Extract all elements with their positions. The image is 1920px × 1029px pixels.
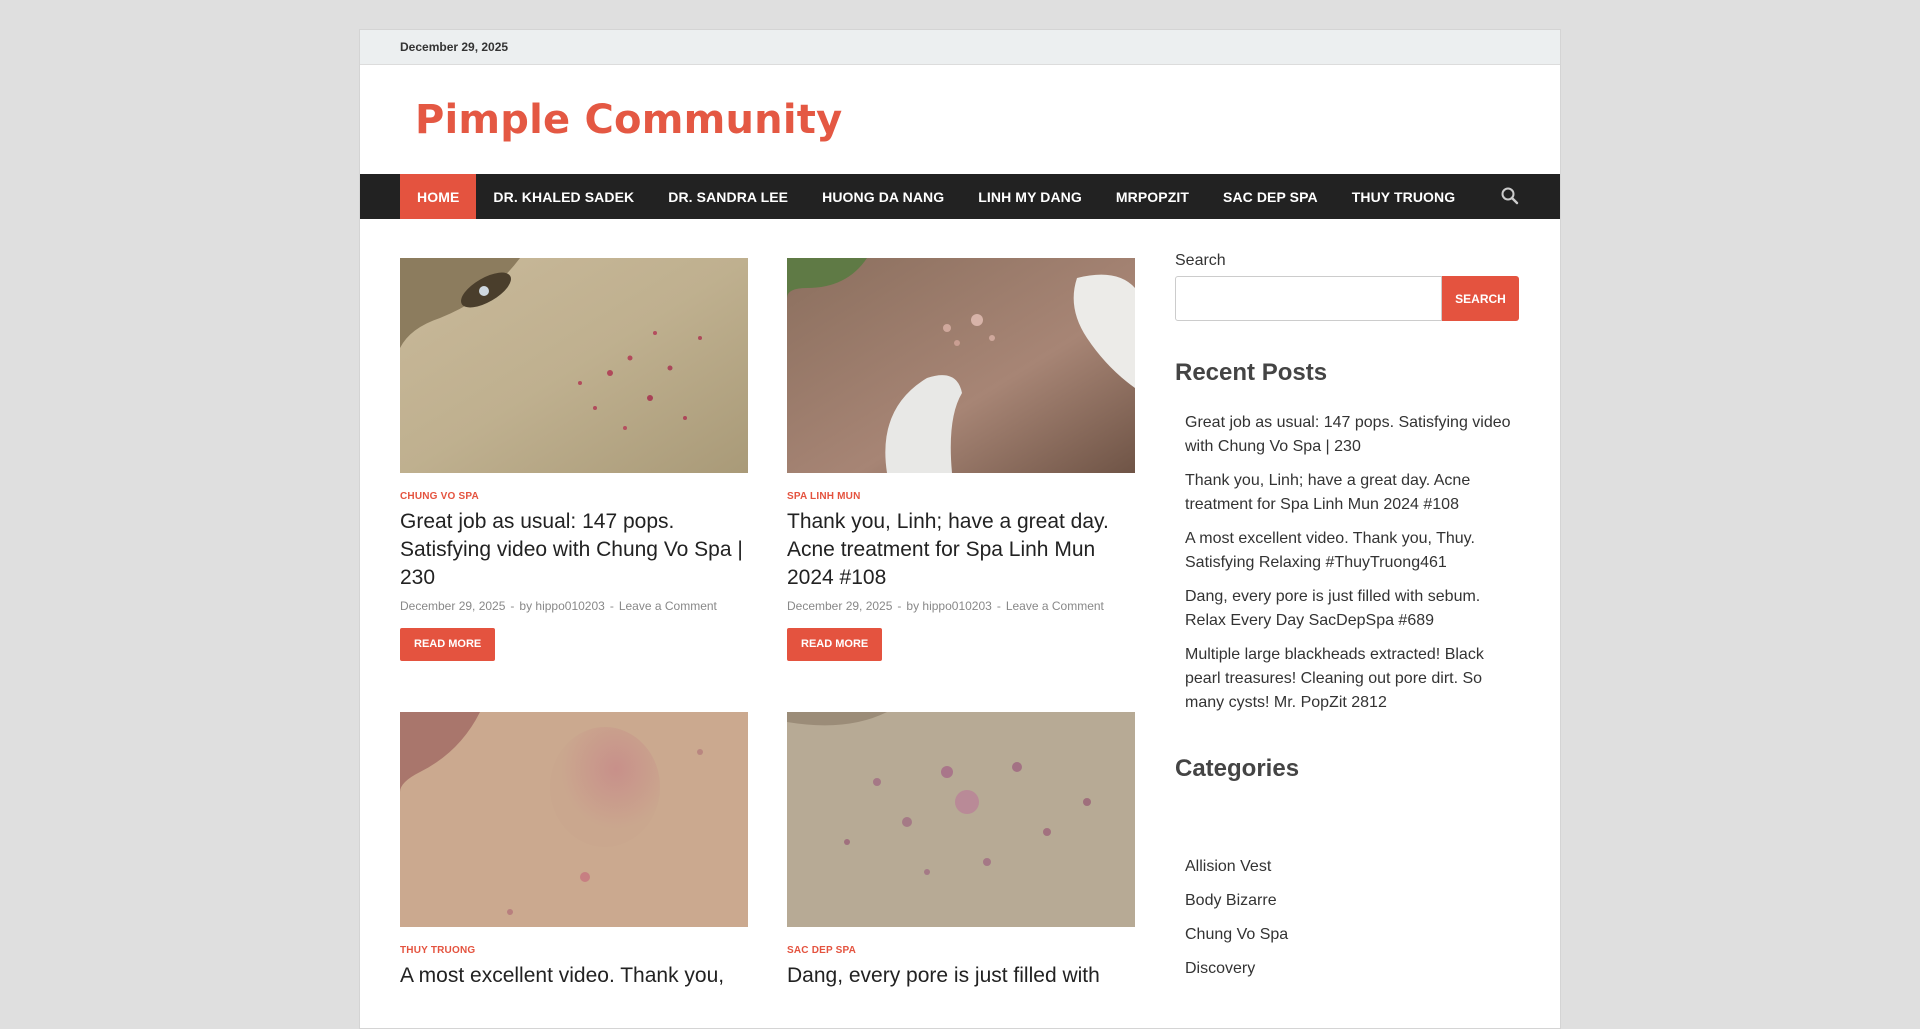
recent-post-link[interactable]: Dang, every pore is just filled with seb… [1185,585,1521,633]
post-card: SPA LINH MUN Thank you, Linh; have a gre… [787,258,1135,661]
meta-separator: - [897,599,902,613]
post-card: SAC DEP SPA Dang, every pore is just fil… [787,712,1135,990]
recent-post-link[interactable]: Thank you, Linh; have a great day. Acne … [1185,469,1521,517]
post-date[interactable]: December 29, 2025 [400,599,505,613]
read-more-button[interactable]: READ MORE [400,628,496,661]
search-button[interactable]: SEARCH [1442,276,1519,321]
nav-item-dr-sandra-lee[interactable]: DR. SANDRA LEE [651,174,805,219]
search-input[interactable] [1175,276,1442,321]
post-meta: December 29, 2025- by hippo010203- Leave a… [787,599,1135,613]
post-category[interactable]: THUY TRUONG [400,945,748,956]
recent-post-link[interactable]: Great job as usual: 147 pops. Satisfying… [1185,411,1521,459]
recent-posts-list: Great job as usual: 147 pops. Satisfying… [1175,411,1521,715]
category-link[interactable]: Discovery [1185,957,1521,981]
search-form: SEARCH [1175,276,1521,321]
recent-post-link[interactable]: A most excellent video. Thank you, Thuy.… [1185,527,1521,575]
post-comment-link[interactable]: Leave a Comment [1006,599,1104,613]
site-header: Pimple Community [360,65,1560,174]
search-icon[interactable] [1500,186,1520,206]
post-comment-link[interactable]: Leave a Comment [619,599,717,613]
category-link[interactable]: Chung Vo Spa [1185,923,1521,947]
site-title[interactable]: Pimple Community [415,97,842,143]
meta-separator: - [609,599,614,613]
post-title[interactable]: Thank you, Linh; have a great day. Acne … [787,508,1135,592]
meta-separator: - [996,599,1001,613]
post-category[interactable]: CHUNG VO SPA [400,491,748,502]
post-thumbnail[interactable] [400,712,748,927]
post-author[interactable]: by hippo010203 [519,599,604,613]
current-date: December 29, 2025 [400,40,509,54]
category-link[interactable]: Body Bizarre [1185,889,1521,913]
nav-item-thuy-truong[interactable]: THUY TRUONG [1335,174,1473,219]
nav-item-linh-my-dang[interactable]: LINH MY DANG [961,174,1099,219]
category-link[interactable]: Allision Vest [1185,855,1521,879]
post-date[interactable]: December 29, 2025 [787,599,892,613]
meta-separator: - [510,599,515,613]
nav-item-mrpopzit[interactable]: MRPOPZIT [1099,174,1206,219]
sidebar: Search SEARCH Recent Posts Great job as … [1175,252,1521,991]
read-more-button[interactable]: READ MORE [787,628,883,661]
page-container: December 29, 2025 Pimple Community HOME … [359,29,1561,1029]
post-card: CHUNG VO SPA Great job as usual: 147 pop… [400,258,748,661]
post-title[interactable]: Great job as usual: 147 pops. Satisfying… [400,508,748,592]
post-title[interactable]: Dang, every pore is just filled with [787,962,1135,990]
post-thumbnail[interactable] [787,712,1135,927]
post-title[interactable]: A most excellent video. Thank you, [400,962,748,990]
post-thumbnail[interactable] [400,258,748,473]
top-bar: December 29, 2025 [360,30,1560,65]
post-meta: December 29, 2025- by hippo010203- Leave a… [400,599,748,613]
search-label: Search [1175,252,1226,269]
post-author[interactable]: by hippo010203 [906,599,991,613]
nav-item-dr-khaled-sadek[interactable]: DR. KHALED SADEK [476,174,651,219]
nav-item-huong-da-nang[interactable]: HUONG DA NANG [805,174,961,219]
recent-post-link[interactable]: Multiple large blackheads extracted! Bla… [1185,643,1521,715]
nav-item-home[interactable]: HOME [400,174,477,219]
post-category[interactable]: SPA LINH MUN [787,491,1135,502]
recent-posts-heading: Recent Posts [1175,359,1328,386]
post-category[interactable]: SAC DEP SPA [787,945,1135,956]
nav-item-sac-dep-spa[interactable]: SAC DEP SPA [1206,174,1335,219]
categories-list: Allision Vest Body Bizarre Chung Vo Spa … [1175,855,1521,981]
post-card: THUY TRUONG A most excellent video. Than… [400,712,748,990]
post-thumbnail[interactable] [787,258,1135,473]
categories-heading: Categories [1175,755,1300,782]
main-nav: HOME DR. KHALED SADEK DR. SANDRA LEE HUO… [360,174,1560,219]
